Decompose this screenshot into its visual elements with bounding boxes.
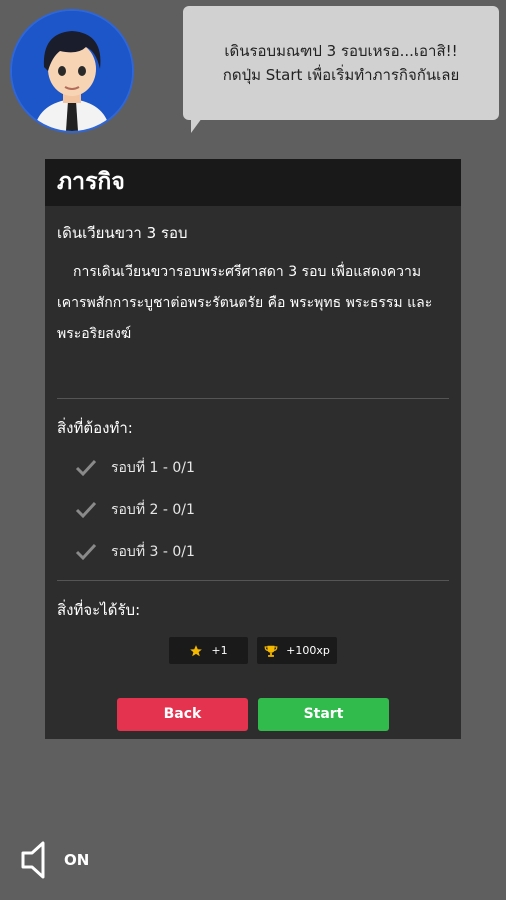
speaker-icon — [21, 841, 45, 879]
reward-list: +1 +100xp — [169, 637, 337, 664]
trophy-icon — [264, 645, 278, 657]
task-label: รอบที่ 2 - 0/1 — [111, 502, 195, 518]
task-item: รอบที่ 2 - 0/1 — [75, 498, 195, 522]
task-item: รอบที่ 1 - 0/1 — [75, 456, 195, 480]
sound-toggle[interactable]: ON — [20, 840, 89, 880]
mission-panel: ภารกิจ เดินเวียนขวา 3 รอบ การเดินเวียนขว… — [45, 159, 461, 739]
divider — [57, 580, 449, 581]
mission-description: การเดินเวียนขวารอบพระศรีศาสดา 3 รอบ เพื่… — [57, 264, 433, 342]
task-item: รอบที่ 3 - 0/1 — [75, 540, 195, 564]
speech-bubble-tail — [191, 118, 202, 133]
mission-name: เดินเวียนขวา 3 รอบ — [57, 224, 188, 242]
task-label: รอบที่ 3 - 0/1 — [111, 544, 195, 560]
reward-xp-value: +100xp — [286, 644, 330, 657]
reward-star: +1 — [169, 637, 248, 664]
todo-label: สิ่งที่ต้องทำ: — [57, 419, 133, 437]
star-icon — [190, 644, 203, 656]
check-icon — [75, 501, 97, 519]
task-label: รอบที่ 1 - 0/1 — [111, 460, 195, 476]
check-icon — [75, 543, 97, 561]
speech-line-1: เดินรอบมณฑป 3 รอบเหรอ...เอาสิ!! — [224, 42, 458, 60]
panel-title: ภารกิจ — [45, 159, 461, 206]
back-button[interactable]: Back — [117, 698, 248, 731]
check-icon — [75, 459, 97, 477]
reward-label: สิ่งที่จะได้รับ: — [57, 601, 141, 619]
speech-bubble: เดินรอบมณฑป 3 รอบเหรอ...เอาสิ!! กดปุ่ม S… — [183, 6, 499, 120]
sound-label: ON — [64, 851, 90, 869]
reward-xp: +100xp — [257, 637, 337, 664]
character-avatar — [10, 9, 134, 133]
reward-star-value: +1 — [211, 644, 228, 657]
speech-line-2: กดปุ่ม Start เพื่อเริ่มทำภารกิจกันเลย — [222, 66, 460, 84]
start-button[interactable]: Start — [258, 698, 389, 731]
divider — [57, 398, 449, 399]
